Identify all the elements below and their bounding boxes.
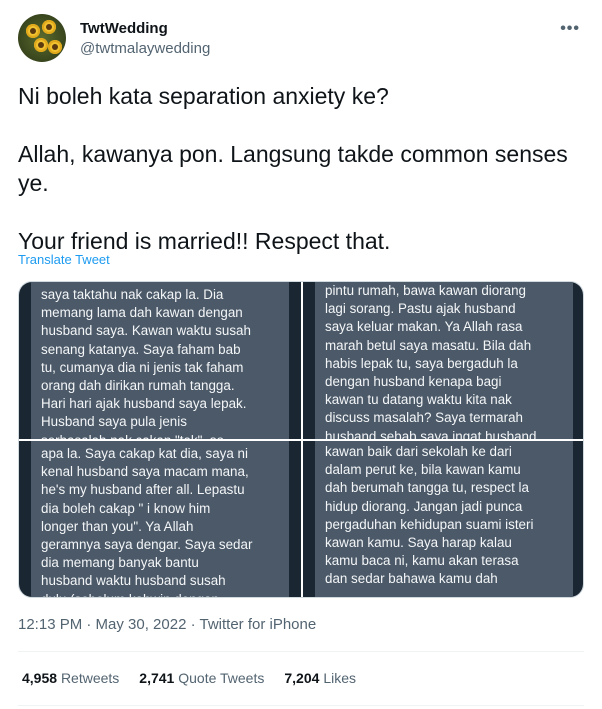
divider <box>18 705 584 706</box>
translate-tweet-link[interactable]: Translate Tweet <box>18 252 110 267</box>
tweet-timestamp[interactable]: 12:13 PM · May 30, 2022 · Twitter for iP… <box>18 616 316 633</box>
retweets-stat[interactable]: 4,958 Retweets <box>22 670 119 686</box>
likes-label: Likes <box>323 670 356 686</box>
tweet-paragraph: Ni boleh kata separation anxiety ke? <box>18 83 389 109</box>
quotes-label: Quote Tweets <box>178 670 265 686</box>
author-handle[interactable]: @twtmalaywedding <box>80 40 210 57</box>
quotes-count: 2,741 <box>139 670 175 686</box>
media-grid: saya taktahu nak cakap la. Dia memang la… <box>18 281 584 598</box>
likes-stat[interactable]: 7,204 Likes <box>284 670 356 686</box>
screenshot-text: apa la. Saya cakap kat dia, saya ni kena… <box>41 446 253 597</box>
screenshot-text: kawan baik dari sekolah ke dari dalam pe… <box>325 444 534 587</box>
tweet-paragraph: Allah, kawanya pon. Langsung takde commo… <box>18 141 568 196</box>
sunflower-avatar-icon[interactable] <box>18 14 66 62</box>
media-image-4[interactable]: kawan baik dari sekolah ke dari dalam pe… <box>303 441 583 597</box>
retweets-count: 4,958 <box>22 670 58 686</box>
screenshot-text: pintu rumah, bawa kawan diorang lagi sor… <box>325 283 537 439</box>
sunflower-shape <box>42 20 56 34</box>
media-image-2[interactable]: pintu rumah, bawa kawan diorang lagi sor… <box>303 282 583 439</box>
likes-count: 7,204 <box>284 670 320 686</box>
media-image-1[interactable]: saya taktahu nak cakap la. Dia memang la… <box>19 282 301 439</box>
sunflower-shape <box>48 40 62 54</box>
sunflower-shape <box>34 38 48 52</box>
screenshot-text: saya taktahu nak cakap la. Dia memang la… <box>41 287 251 439</box>
media-image-3[interactable]: apa la. Saya cakap kat dia, saya ni kena… <box>19 441 301 597</box>
author-name[interactable]: TwtWedding <box>80 20 168 37</box>
tweet-body: Ni boleh kata separation anxiety ke? All… <box>18 82 584 256</box>
tweet-header: TwtWedding @twtmalaywedding ••• <box>18 14 584 68</box>
divider <box>18 651 584 652</box>
sunflower-shape <box>26 24 40 38</box>
quote-tweets-stat[interactable]: 2,741 Quote Tweets <box>139 670 264 686</box>
retweets-label: Retweets <box>60 670 120 686</box>
more-horizontal-icon[interactable]: ••• <box>560 20 580 38</box>
engagement-stats: 4,958 Retweets 2,741 Quote Tweets 7,204 … <box>22 670 356 686</box>
